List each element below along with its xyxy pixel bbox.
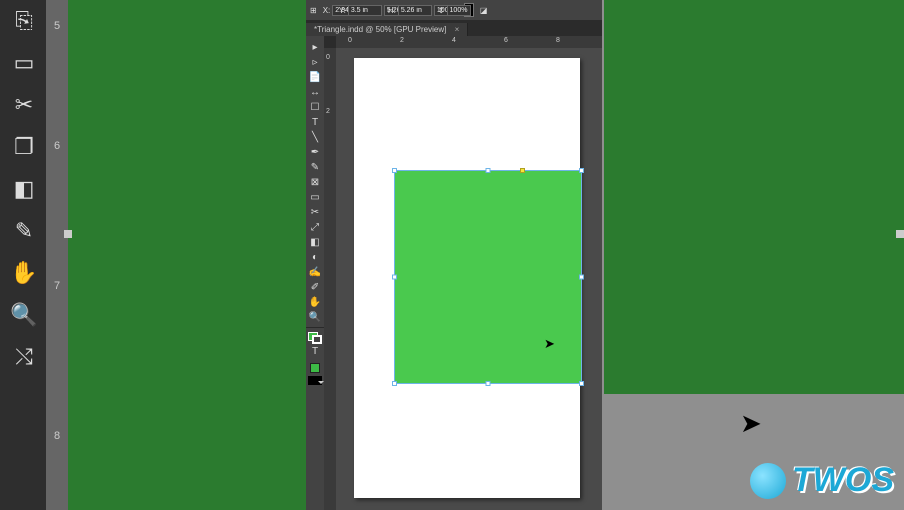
bg-left-toolbar: ⎘ ▭ ✂ ❐ ◧ ✎ ✋ 🔍 ⤭ <box>0 0 48 510</box>
document-canvas[interactable]: 0 2 4 6 8 0 2 <box>324 36 602 510</box>
ruler-h-4: 4 <box>452 37 456 44</box>
cursor-icon: ➤ <box>544 336 555 352</box>
zoom-tool-icon[interactable]: 🔍 <box>307 310 323 325</box>
document-tab-bar: *Triangle.indd @ 50% [GPU Preview] × <box>306 20 602 36</box>
view-mode-icon[interactable] <box>308 376 322 385</box>
twos-text: TWOS <box>792 461 894 500</box>
resize-handle[interactable] <box>392 168 397 173</box>
h-label: H: <box>388 6 396 15</box>
ruler-h-8: 8 <box>556 37 560 44</box>
vertical-ruler: 0 2 <box>324 48 336 510</box>
fill-swatch-icon: ◧ <box>9 174 39 204</box>
scissors-icon: ✂ <box>9 90 39 120</box>
h-input[interactable] <box>398 5 432 16</box>
ruler-h-6: 6 <box>504 37 508 44</box>
close-tab-icon[interactable]: × <box>455 25 460 34</box>
rect-icon: ▭ <box>9 48 39 78</box>
reference-point[interactable]: ⊞ <box>310 6 317 15</box>
gap-tool-icon[interactable]: ↔ <box>307 85 323 100</box>
bg-ruler-7: 7 <box>46 280 68 292</box>
bg-cursor-icon: ➤ <box>740 408 762 439</box>
tools-panel: ▸ ▹ 📄 ↔ ☐ T ╲ ✒ ✎ ⊠ ▭ ✂ ⤢ ◧ ◐ ✍ ✐ ✋ 🔍 T <box>306 36 324 510</box>
hand-tool-icon[interactable]: ✋ <box>307 295 323 310</box>
pen-tool-icon[interactable]: ✒ <box>307 145 323 160</box>
horizontal-ruler: 0 2 4 6 8 <box>336 36 602 48</box>
twos-watermark: TWOS <box>750 461 894 500</box>
scale-y-input[interactable] <box>447 5 471 16</box>
ruler-h-0: 0 <box>348 37 352 44</box>
ruler-v-0: 0 <box>326 54 330 61</box>
page-tool-icon[interactable]: 📄 <box>307 70 323 85</box>
resize-handle[interactable] <box>486 381 491 386</box>
link-icon: ⎘ <box>9 6 39 36</box>
scissors-tool-icon[interactable]: ✂ <box>307 205 323 220</box>
resize-handle[interactable] <box>579 275 584 280</box>
rectangle-frame-tool-icon[interactable]: ⊠ <box>307 175 323 190</box>
bg-ruler-6: 6 <box>46 140 68 152</box>
ruler-h-2: 2 <box>400 37 404 44</box>
note-tool-icon[interactable]: ✍ <box>307 265 323 280</box>
reference-handle[interactable] <box>520 168 525 173</box>
gradient-swatch-tool-icon[interactable]: ◧ <box>307 235 323 250</box>
pencil-tool-icon[interactable]: ✎ <box>307 160 323 175</box>
document-tab[interactable]: *Triangle.indd @ 50% [GPU Preview] × <box>306 23 468 36</box>
fill-stroke-swatch[interactable] <box>308 332 322 344</box>
bg-ruler-5: 5 <box>46 20 68 32</box>
indesign-window: ⊞ X: W: ⇔ ◪ ⊞ Y: H: ⇕ <box>306 0 602 510</box>
stroke-swatch-icon[interactable] <box>312 335 322 344</box>
swap-icon: ⤭ <box>9 342 39 372</box>
resize-handle[interactable] <box>579 381 584 386</box>
flip-icon[interactable]: ◪ <box>480 6 488 15</box>
bg-green-right <box>604 0 904 394</box>
zoom-icon: 🔍 <box>9 300 39 330</box>
selection-tool-icon[interactable]: ▸ <box>307 40 323 55</box>
content-collector-icon[interactable]: ☐ <box>307 100 323 115</box>
resize-handle[interactable] <box>392 381 397 386</box>
document-tab-title: *Triangle.indd @ 50% [GPU Preview] <box>314 25 446 34</box>
selection-handle <box>896 230 904 238</box>
direct-selection-tool-icon[interactable]: ▹ <box>307 55 323 70</box>
free-transform-tool-icon[interactable]: ⤢ <box>307 220 323 235</box>
apply-color-icon[interactable]: T <box>307 344 323 359</box>
gradient-feather-tool-icon[interactable]: ◐ <box>307 250 323 265</box>
type-tool-icon[interactable]: T <box>307 115 323 130</box>
resize-handle[interactable] <box>486 168 491 173</box>
eyedropper-tool-icon[interactable]: ✐ <box>307 280 323 295</box>
pasteboard[interactable]: ➤ <box>336 48 602 510</box>
bg-green-left <box>68 0 308 510</box>
hand-icon: ✋ <box>9 258 39 288</box>
selection-handle <box>64 230 72 238</box>
resize-handle[interactable] <box>579 168 584 173</box>
line-tool-icon[interactable]: ╲ <box>307 130 323 145</box>
apply-color-dot[interactable] <box>310 363 320 373</box>
y-input[interactable] <box>348 5 382 16</box>
eyedropper-icon: ✎ <box>9 216 39 246</box>
y-label: Y: <box>339 6 346 15</box>
x-label: X: <box>323 6 331 15</box>
scale-y-icon: ⇕ <box>438 6 445 15</box>
twos-logo-icon <box>750 463 786 499</box>
ruler-v-2: 2 <box>326 108 330 115</box>
bg-ruler-8: 8 <box>46 430 68 442</box>
resize-handle[interactable] <box>392 275 397 280</box>
send-back-icon: ❐ <box>9 132 39 162</box>
rectangle-tool-icon[interactable]: ▭ <box>307 190 323 205</box>
